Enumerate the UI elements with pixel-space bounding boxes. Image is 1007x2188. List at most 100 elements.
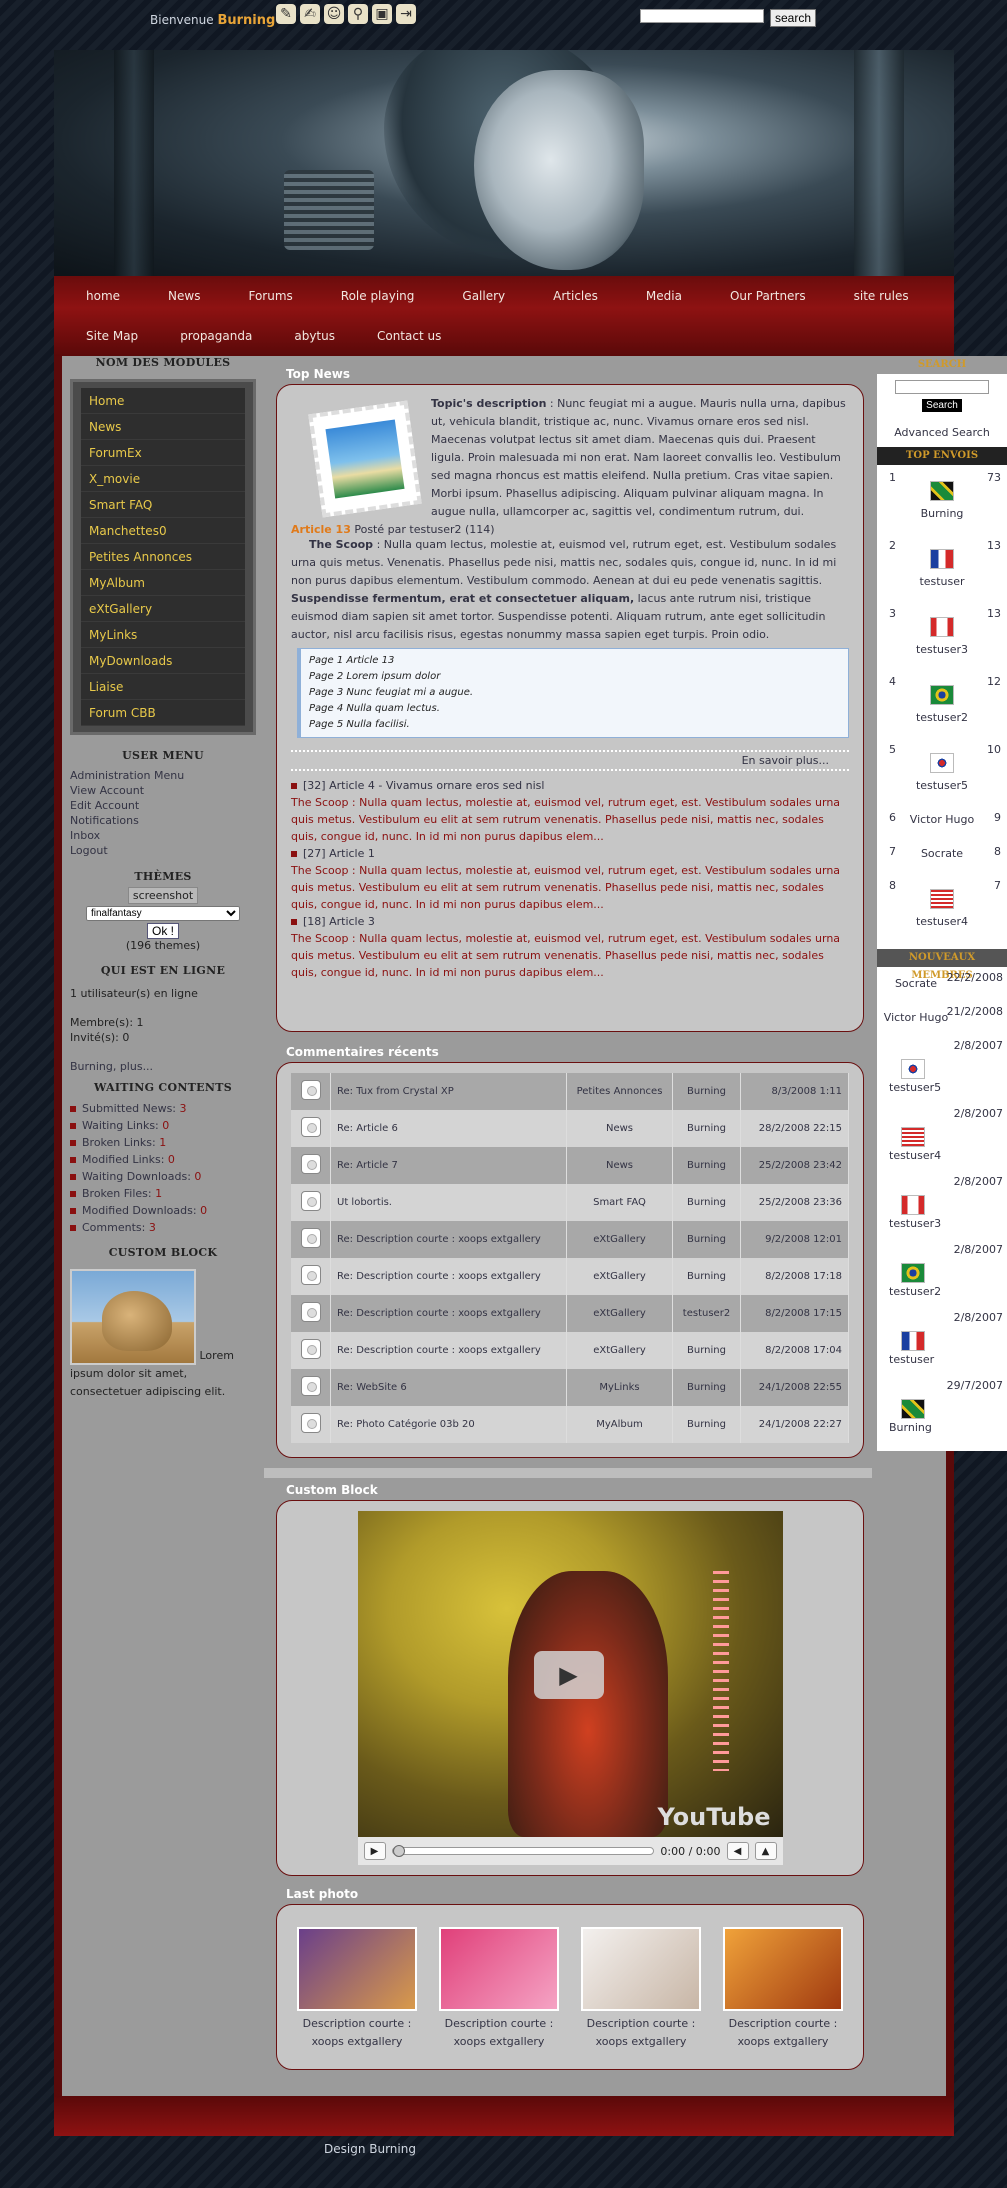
nav-item[interactable]: Forums bbox=[216, 289, 308, 303]
photo-thumbnail[interactable] bbox=[297, 1927, 417, 2011]
article-heading[interactable]: [32] Article 4 - Vivamus ornare eros sed… bbox=[291, 777, 849, 794]
comment-title[interactable]: Re: Description courte : xoops extgaller… bbox=[331, 1332, 567, 1369]
comment-user[interactable]: Burning bbox=[673, 1369, 741, 1406]
waiting-item[interactable]: Waiting Downloads: 0 bbox=[70, 1168, 256, 1185]
photo-item[interactable]: Description courte : xoops extgallery bbox=[297, 1927, 417, 2051]
read-more-link[interactable]: En savoir plus... bbox=[291, 752, 849, 767]
member-link[interactable]: testuser2 bbox=[881, 1285, 1003, 1298]
comment-user[interactable]: testuser2 bbox=[673, 1295, 741, 1332]
module-item[interactable]: Petites Annonces bbox=[81, 544, 245, 570]
page-link[interactable]: Page 3 Nunc feugiat mi a augue. bbox=[309, 685, 840, 701]
article-link[interactable]: Article 1 bbox=[329, 847, 375, 860]
notes-icon[interactable]: ✎ bbox=[276, 4, 296, 24]
monitor-icon[interactable]: ▣ bbox=[372, 4, 392, 24]
usermenu-item[interactable]: Edit Account bbox=[70, 798, 256, 813]
comment-user[interactable]: Burning bbox=[673, 1110, 741, 1147]
comment-module[interactable]: MyLinks bbox=[567, 1369, 673, 1406]
member-link[interactable]: testuser4 bbox=[881, 1149, 1003, 1162]
comment-module[interactable]: MyAlbum bbox=[567, 1406, 673, 1443]
side-search-input[interactable] bbox=[895, 380, 989, 394]
nav-item[interactable]: Site Map bbox=[54, 329, 148, 343]
comment-user[interactable]: Burning bbox=[673, 1073, 741, 1110]
comment-title[interactable]: Re: Photo Catégorie 03b 20 bbox=[331, 1406, 567, 1443]
side-search-button[interactable]: Search bbox=[922, 398, 962, 412]
module-item[interactable]: MyLinks bbox=[81, 622, 245, 648]
comment-title[interactable]: Re: Tux from Crystal XP bbox=[331, 1073, 567, 1110]
top-user-link[interactable]: testuser2 bbox=[883, 707, 1001, 724]
search-input[interactable] bbox=[640, 9, 764, 23]
waiting-item[interactable]: Waiting Links: 0 bbox=[70, 1117, 256, 1134]
waiting-item[interactable]: Modified Downloads: 0 bbox=[70, 1202, 256, 1219]
nav-item[interactable]: abytus bbox=[262, 329, 345, 343]
module-item[interactable]: MyDownloads bbox=[81, 648, 245, 674]
top-user-link[interactable]: testuser3 bbox=[883, 639, 1001, 656]
photo-item[interactable]: Description courte : xoops extgallery bbox=[439, 1927, 559, 2051]
comment-user[interactable]: Burning bbox=[673, 1406, 741, 1443]
photo-caption[interactable]: Description courte : xoops extgallery bbox=[297, 2015, 417, 2051]
nav-item[interactable]: News bbox=[136, 289, 216, 303]
comment-title[interactable]: Ut lobortis. bbox=[331, 1184, 567, 1221]
module-item[interactable]: News bbox=[81, 414, 245, 440]
photo-thumbnail[interactable] bbox=[439, 1927, 559, 2011]
usermenu-item[interactable]: Inbox bbox=[70, 828, 256, 843]
comment-module[interactable]: Smart FAQ bbox=[567, 1184, 673, 1221]
top-user-link[interactable]: testuser4 bbox=[883, 911, 1001, 928]
nav-item[interactable]: propaganda bbox=[148, 329, 262, 343]
page-link[interactable]: Page 5 Nulla facilisi. bbox=[309, 717, 840, 733]
member-link[interactable]: testuser bbox=[881, 1353, 1003, 1366]
comment-user[interactable]: Burning bbox=[673, 1184, 741, 1221]
usermenu-item[interactable]: Logout bbox=[70, 843, 256, 858]
module-item[interactable]: Smart FAQ bbox=[81, 492, 245, 518]
photo-caption[interactable]: Description courte : xoops extgallery bbox=[723, 2015, 843, 2051]
page-link[interactable]: Page 2 Lorem ipsum dolor bbox=[309, 669, 840, 685]
comment-user[interactable]: Burning bbox=[673, 1332, 741, 1369]
comment-title[interactable]: Re: WebSite 6 bbox=[331, 1369, 567, 1406]
module-item[interactable]: X_movie bbox=[81, 466, 245, 492]
member-link[interactable]: Burning bbox=[881, 1421, 1003, 1434]
comment-module[interactable]: eXtGallery bbox=[567, 1332, 673, 1369]
photo-item[interactable]: Description courte : xoops extgallery bbox=[723, 1927, 843, 2051]
module-item[interactable]: Forum CBB bbox=[81, 700, 245, 726]
module-item[interactable]: Manchettes0 bbox=[81, 518, 245, 544]
volume-icon[interactable]: ◀ bbox=[726, 1842, 749, 1860]
theme-select[interactable]: finalfantasy bbox=[86, 906, 240, 921]
member-link[interactable]: Victor Hugo bbox=[881, 1011, 951, 1024]
usermenu-item[interactable]: Notifications bbox=[70, 813, 256, 828]
article-link[interactable]: Article 4 - Vivamus ornare eros sed nisl bbox=[329, 779, 544, 792]
edit-icon[interactable]: ✍ bbox=[300, 4, 320, 24]
nav-item[interactable]: Our Partners bbox=[698, 289, 822, 303]
search-icon[interactable]: ⚲ bbox=[348, 4, 368, 24]
comment-title[interactable]: Re: Description courte : xoops extgaller… bbox=[331, 1295, 567, 1332]
usermenu-item[interactable]: Administration Menu bbox=[70, 768, 256, 783]
comment-title[interactable]: Re: Description courte : xoops extgaller… bbox=[331, 1221, 567, 1258]
comment-module[interactable]: News bbox=[567, 1110, 673, 1147]
usermenu-item[interactable]: View Account bbox=[70, 783, 256, 798]
waiting-item[interactable]: Broken Files: 1 bbox=[70, 1185, 256, 1202]
module-item[interactable]: ForumEx bbox=[81, 440, 245, 466]
nav-item[interactable]: Role playing bbox=[309, 289, 431, 303]
photo-caption[interactable]: Description courte : xoops extgallery bbox=[439, 2015, 559, 2051]
smiley-icon[interactable]: ☺ bbox=[324, 4, 344, 24]
article-title[interactable]: Article 13 bbox=[291, 523, 351, 536]
nav-item[interactable]: Articles bbox=[521, 289, 614, 303]
comment-title[interactable]: Re: Description courte : xoops extgaller… bbox=[331, 1258, 567, 1295]
article-heading[interactable]: [27] Article 1 bbox=[291, 845, 849, 862]
article-heading[interactable]: [18] Article 3 bbox=[291, 913, 849, 930]
nav-item[interactable]: site rules bbox=[822, 289, 925, 303]
logout-icon[interactable]: ⇥ bbox=[396, 4, 416, 24]
comment-module[interactable]: eXtGallery bbox=[567, 1221, 673, 1258]
waiting-item[interactable]: Broken Links: 1 bbox=[70, 1134, 256, 1151]
comment-module[interactable]: eXtGallery bbox=[567, 1295, 673, 1332]
member-link[interactable]: Socrate bbox=[881, 977, 951, 990]
advanced-search-link[interactable]: Advanced Search bbox=[877, 426, 1007, 439]
top-user-link[interactable]: Victor Hugo bbox=[883, 809, 1001, 826]
comment-title[interactable]: Re: Article 7 bbox=[331, 1147, 567, 1184]
nav-item[interactable]: home bbox=[54, 289, 136, 303]
waiting-item[interactable]: Submitted News: 3 bbox=[70, 1100, 256, 1117]
comment-module[interactable]: Petites Annonces bbox=[567, 1073, 673, 1110]
member-link[interactable]: testuser3 bbox=[881, 1217, 1003, 1230]
comment-module[interactable]: eXtGallery bbox=[567, 1258, 673, 1295]
comment-user[interactable]: Burning bbox=[673, 1221, 741, 1258]
nav-item[interactable]: Gallery bbox=[430, 289, 521, 303]
nav-item[interactable]: Media bbox=[614, 289, 698, 303]
